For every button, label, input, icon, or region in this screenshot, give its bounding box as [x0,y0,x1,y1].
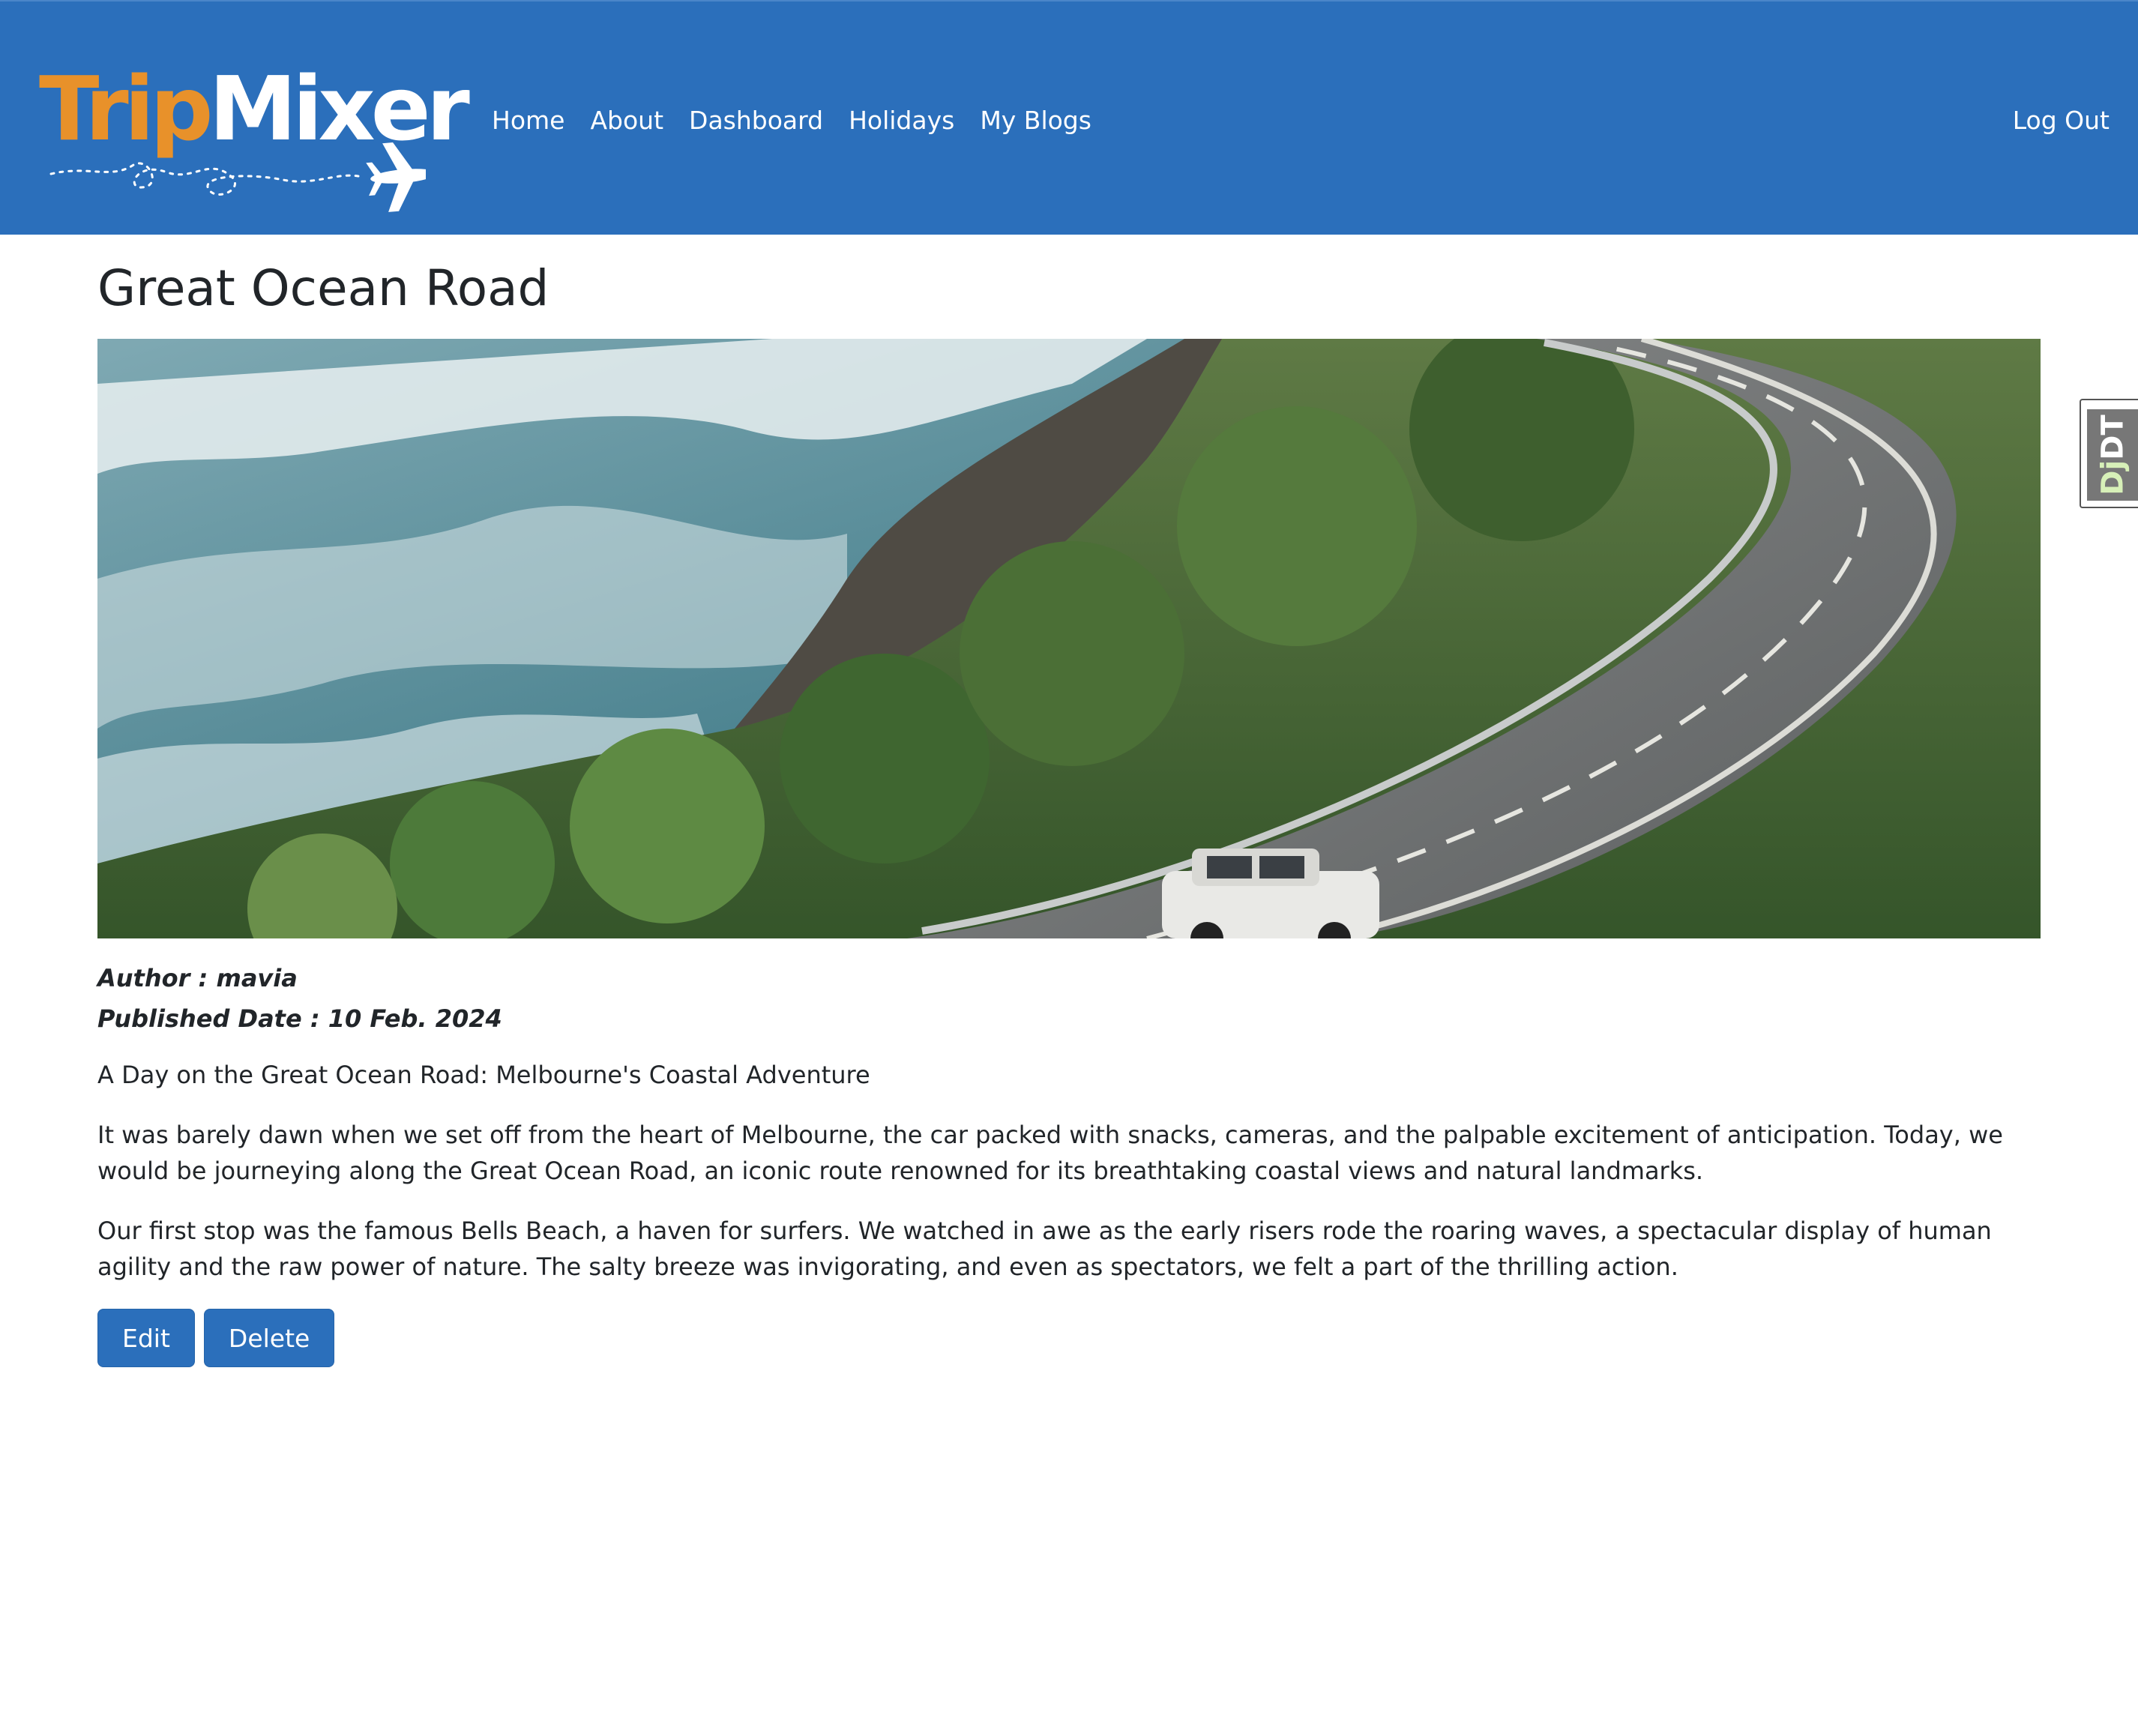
delete-button[interactable]: Delete [203,1309,335,1368]
edit-button[interactable]: Edit [97,1309,195,1368]
post-author: Author : mavia [97,964,298,993]
nav-about-link[interactable]: About [590,106,663,135]
post-published-date: Published Date : 10 Feb. 2024 [97,1004,502,1034]
nav-holidays-link[interactable]: Holidays [849,106,954,135]
nav-home-link[interactable]: Home [492,106,564,135]
debug-toolbar-badge: DjDT [2087,409,2138,501]
airplane-trail-icon [49,142,426,212]
post-actions: Edit Delete [97,1309,2041,1368]
debug-toolbar-label: DjDT [2096,415,2131,495]
main-nav: Home About Dashboard Holidays My Blogs [492,99,1117,141]
tripmixer-logo[interactable]: TripMixer [36,60,470,217]
nav-my-blogs-link[interactable]: My Blogs [980,106,1091,135]
top-navbar: TripMixer Home About Dashboard Holidays … [0,0,2138,235]
blog-post: Great Ocean Road Author: mavia Publishe… [97,235,2041,1368]
post-paragraph: It was barely dawn when we set off from … [97,1121,2003,1186]
log-out-link[interactable]: Log Out [2013,99,2110,141]
debug-toolbar-handle[interactable]: DjDT [2080,399,2138,508]
nav-dashboard-link[interactable]: Dashboard [689,106,823,135]
coastal-road-photo [97,339,2041,939]
page-title: Great Ocean Road [97,259,549,317]
post-subtitle: A Day on the Great Ocean Road: Melbourne… [97,1061,870,1090]
post-paragraph: Our first stop was the famous Bells Beac… [97,1217,1992,1282]
